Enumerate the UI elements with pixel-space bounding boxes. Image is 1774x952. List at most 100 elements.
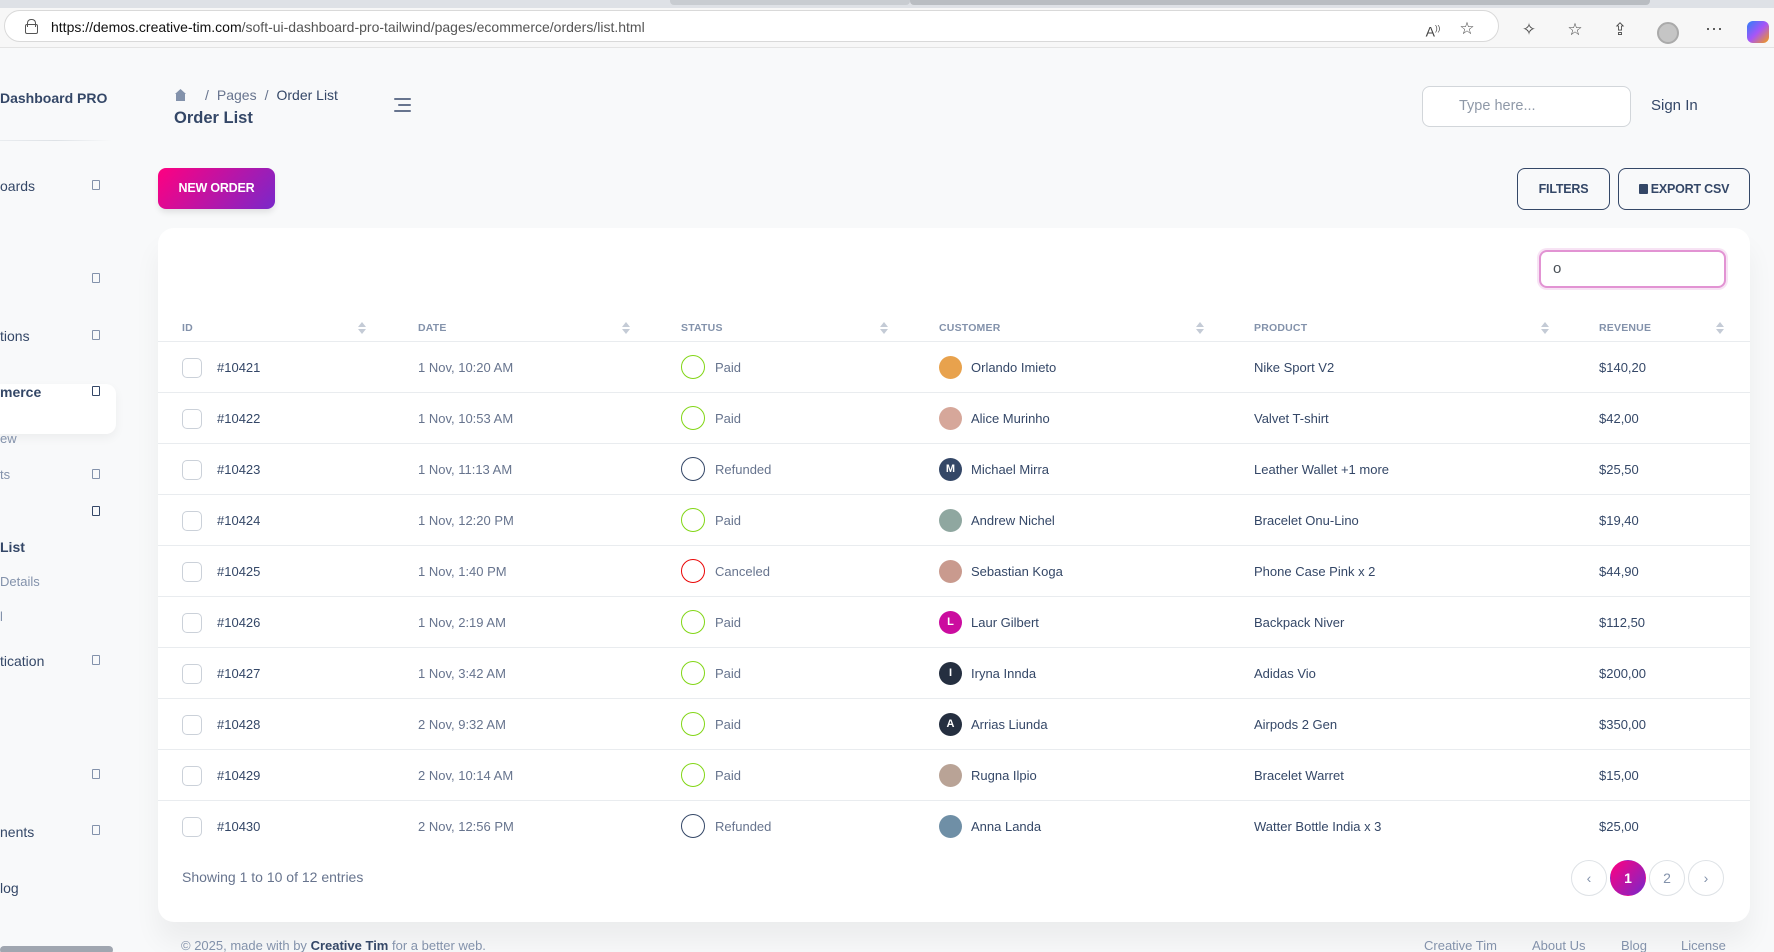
browser-tab[interactable] bbox=[670, 0, 910, 5]
home-icon[interactable] bbox=[174, 89, 187, 101]
sidebar-subitem-order-details[interactable]: Details bbox=[0, 574, 40, 589]
sidebar-item-changelog[interactable]: log bbox=[0, 880, 19, 896]
order-id[interactable]: #10430 bbox=[217, 819, 260, 834]
footer-link-blog[interactable]: Blog bbox=[1621, 938, 1647, 952]
sidebar-subitem-referral[interactable]: l bbox=[0, 609, 3, 624]
avatar bbox=[939, 764, 962, 787]
order-customer: Sebastian Koga bbox=[971, 564, 1063, 579]
sort-icon[interactable] bbox=[622, 322, 630, 336]
address-bar[interactable]: https://demos.creative-tim.com/soft-ui-d… bbox=[4, 10, 1499, 42]
sort-icon[interactable] bbox=[1716, 322, 1724, 336]
order-product: Valvet T-shirt bbox=[1254, 411, 1329, 426]
order-id[interactable]: #10428 bbox=[217, 717, 260, 732]
favorite-star-icon[interactable]: ☆ bbox=[1457, 19, 1477, 39]
sidebar-item-ecommerce[interactable]: merce bbox=[0, 384, 41, 400]
read-aloud-icon[interactable]: A)) bbox=[1423, 19, 1443, 40]
sort-icon[interactable] bbox=[1196, 322, 1204, 336]
profile-icon[interactable] bbox=[1657, 22, 1679, 44]
share-icon[interactable]: ⇪ bbox=[1610, 20, 1630, 40]
lock-icon[interactable] bbox=[25, 19, 38, 34]
export-csv-button[interactable]: EXPORT CSV bbox=[1618, 168, 1750, 210]
order-id[interactable]: #10424 bbox=[217, 513, 260, 528]
row-checkbox[interactable] bbox=[182, 766, 202, 786]
order-id[interactable]: #10423 bbox=[217, 462, 260, 477]
row-checkbox[interactable] bbox=[182, 817, 202, 837]
footer-link-creative-tim[interactable]: Creative Tim bbox=[1424, 938, 1497, 952]
sidebar-subitem-order-list[interactable]: List bbox=[0, 539, 25, 555]
column-header-customer[interactable]: CUSTOMER bbox=[939, 322, 1001, 334]
row-checkbox[interactable] bbox=[182, 562, 202, 582]
breadcrumb-current: Order List bbox=[276, 87, 338, 103]
search-input[interactable]: Type here... bbox=[1422, 86, 1631, 127]
column-header-status[interactable]: STATUS bbox=[681, 322, 723, 334]
filters-button[interactable]: FILTERS bbox=[1517, 168, 1610, 210]
pagination-next[interactable]: › bbox=[1688, 860, 1724, 896]
breadcrumb: / Pages / Order List bbox=[174, 87, 338, 103]
order-date: 1 Nov, 11:13 AM bbox=[418, 462, 513, 477]
avatar bbox=[939, 407, 962, 430]
order-status: Paid bbox=[715, 360, 742, 375]
sidebar-item-dashboards[interactable]: oards bbox=[0, 178, 35, 194]
sidebar-brand[interactable]: Dashboard PRO bbox=[0, 90, 107, 106]
sign-in-link[interactable]: Sign In bbox=[1651, 97, 1698, 114]
browser-tab[interactable] bbox=[910, 0, 1650, 5]
sidebar-item-authentication[interactable]: tication bbox=[0, 653, 44, 669]
sidebar-subitem-overview[interactable]: ew bbox=[0, 431, 17, 446]
sidenav-toggle-icon[interactable] bbox=[394, 98, 411, 112]
row-checkbox[interactable] bbox=[182, 715, 202, 735]
copilot-icon[interactable] bbox=[1747, 21, 1769, 43]
table-row: #10421 1 Nov, 10:20 AM Paid Orlando Imieto N… bbox=[158, 342, 1750, 393]
sort-icon[interactable] bbox=[880, 322, 888, 336]
order-customer: Anna Landa bbox=[971, 819, 1042, 834]
row-checkbox[interactable] bbox=[182, 664, 202, 684]
browser-toolbar: https://demos.creative-tim.com/soft-ui-d… bbox=[0, 8, 1774, 48]
table-row: #10422 1 Nov, 10:53 AM Paid Alice Murinho Va… bbox=[158, 393, 1750, 444]
sort-icon[interactable] bbox=[1541, 322, 1549, 336]
extensions-icon[interactable]: ✧ bbox=[1519, 20, 1539, 40]
chevron-down-icon bbox=[92, 825, 100, 835]
sidebar-item-applications[interactable]: tions bbox=[0, 328, 30, 344]
order-id[interactable]: #10429 bbox=[217, 768, 260, 783]
favorites-icon[interactable]: ☆ bbox=[1565, 20, 1585, 40]
order-status: Refunded bbox=[715, 819, 772, 834]
row-checkbox[interactable] bbox=[182, 409, 202, 429]
order-product: Watter Bottle India x 3 bbox=[1254, 819, 1382, 834]
column-header-revenue[interactable]: REVENUE bbox=[1599, 322, 1651, 334]
sidebar-help-card[interactable] bbox=[0, 946, 113, 952]
page-title: Order List bbox=[174, 109, 253, 127]
avatar bbox=[939, 560, 962, 583]
row-checkbox[interactable] bbox=[182, 511, 202, 531]
table-search-input[interactable]: o bbox=[1539, 250, 1726, 288]
footer-link-license[interactable]: License bbox=[1681, 938, 1726, 952]
row-checkbox[interactable] bbox=[182, 358, 202, 378]
url-text[interactable]: https://demos.creative-tim.com/soft-ui-d… bbox=[51, 19, 645, 35]
column-header-id[interactable]: ID bbox=[182, 322, 193, 334]
avatar: M bbox=[939, 458, 962, 481]
order-id[interactable]: #10421 bbox=[217, 360, 260, 375]
pagination-prev[interactable]: ‹ bbox=[1571, 860, 1607, 896]
order-revenue: $200,00 bbox=[1599, 666, 1646, 681]
order-id[interactable]: #10422 bbox=[217, 411, 260, 426]
sidebar-subitem-products[interactable]: ts bbox=[0, 467, 10, 482]
order-id[interactable]: #10426 bbox=[217, 615, 260, 630]
status-paid-icon bbox=[681, 406, 705, 430]
column-header-product[interactable]: PRODUCT bbox=[1254, 322, 1307, 334]
column-header-date[interactable]: DATE bbox=[418, 322, 447, 334]
order-product: Leather Wallet +1 more bbox=[1254, 462, 1390, 477]
sidebar-item-components[interactable]: nents bbox=[0, 824, 34, 840]
row-checkbox[interactable] bbox=[182, 460, 202, 480]
breadcrumb-pages[interactable]: Pages bbox=[217, 87, 257, 103]
order-date: 1 Nov, 1:40 PM bbox=[418, 564, 507, 579]
order-id[interactable]: #10425 bbox=[217, 564, 260, 579]
sort-icon[interactable] bbox=[358, 322, 366, 336]
footer-link-about-us[interactable]: About Us bbox=[1532, 938, 1585, 952]
pagination-page-2[interactable]: 2 bbox=[1649, 860, 1685, 896]
order-customer: Andrew Nichel bbox=[971, 513, 1055, 528]
more-icon[interactable]: ··· bbox=[1704, 18, 1724, 38]
order-status: Canceled bbox=[715, 564, 770, 579]
order-id[interactable]: #10427 bbox=[217, 666, 260, 681]
row-checkbox[interactable] bbox=[182, 613, 202, 633]
new-order-button[interactable]: NEW ORDER bbox=[158, 168, 275, 209]
order-product: Airpods 2 Gen bbox=[1254, 717, 1338, 732]
pagination-page-1[interactable]: 1 bbox=[1610, 860, 1646, 896]
